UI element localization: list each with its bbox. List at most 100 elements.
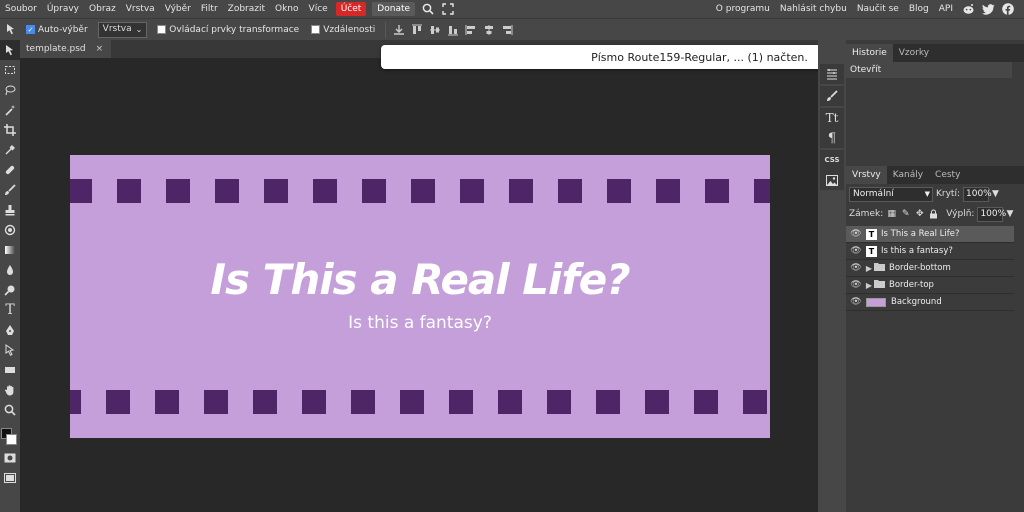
expand-arrow-icon[interactable]: ▶ [864,281,874,290]
menu-upravy[interactable]: Úpravy [42,0,84,18]
menu-api[interactable]: API [934,0,958,18]
quick-mask-icon[interactable] [0,448,20,468]
menu-obraz[interactable]: Obraz [84,0,121,18]
menu-blog[interactable]: Blog [904,0,934,18]
eraser-icon[interactable] [0,220,20,240]
midcol-group-4: CSS [820,150,844,190]
transform-controls-checkbox[interactable]: Ovládací prvky transformace [157,25,299,35]
align-bottom-icon[interactable] [444,21,462,39]
menu-about[interactable]: O programu [711,0,775,18]
menu-report-bug[interactable]: Nahlásit chybu [775,0,852,18]
film-square [155,390,179,414]
eye-icon[interactable]: 👁 [848,229,864,239]
opacity-dropdown-icon[interactable]: ▼ [992,189,999,199]
marquee-icon[interactable] [0,60,20,80]
history-list: Otevřít [846,62,1012,142]
css-panel-icon[interactable]: CSS [820,150,844,170]
opacity-input[interactable]: 100% [963,186,992,202]
tab-layers[interactable]: Vrstvy [846,166,887,184]
tab-swatches[interactable]: Vzorky [893,44,935,62]
distances-checkbox[interactable]: Vzdálenosti [311,25,375,35]
tab-channels[interactable]: Kanály [887,166,929,184]
menu-soubor[interactable]: Soubor [0,0,42,18]
history-panel-icon[interactable] [820,64,844,84]
pen-icon[interactable] [0,320,20,340]
eye-icon[interactable]: 👁 [848,263,864,273]
eye-icon[interactable]: 👁 [848,297,864,307]
account-button[interactable]: Účet [335,2,367,16]
wand-icon[interactable] [0,100,20,120]
blur-icon[interactable] [0,260,20,280]
check-icon: ✓ [26,25,35,34]
reddit-icon[interactable] [960,1,976,17]
lock-position-icon[interactable]: ✥ [914,209,925,220]
history-item[interactable]: Otevřít [846,62,1012,78]
align-left-icon[interactable] [462,21,480,39]
lock-all-icon[interactable] [928,209,939,220]
screen-mode-icon[interactable] [0,468,20,488]
eye-icon[interactable]: 👁 [848,246,864,256]
film-square [117,179,141,203]
brush-panel-icon[interactable] [820,86,844,106]
path-select-icon[interactable] [0,340,20,360]
facebook-icon[interactable] [1000,1,1016,17]
background-color-swatch[interactable] [6,434,17,445]
download-icon[interactable] [390,21,408,39]
canvas-area[interactable]: Is This a Real Life? Is this a fantasy? [20,58,818,512]
layer-row[interactable]: 👁 ▶ Border-bottom [846,260,1014,277]
blend-mode-select[interactable]: Normální ▼ [849,186,933,202]
brush-icon[interactable] [0,180,20,200]
eye-icon[interactable]: 👁 [848,280,864,290]
layer-row[interactable]: 👁 T Is This a Real Life? [846,226,1014,243]
menu-vyber[interactable]: Výběr [160,0,196,18]
shape-icon[interactable] [0,360,20,380]
fill-input[interactable]: 100% [977,206,1006,222]
stamp-icon[interactable] [0,200,20,220]
layer-row[interactable]: 👁 ▶ Border-top [846,277,1014,294]
expand-arrow-icon[interactable]: ▶ [864,264,874,273]
lock-paint-icon[interactable]: ✎ [900,209,911,220]
align-center-icon[interactable] [480,21,498,39]
lock-transparency-icon[interactable]: ▦ [886,209,897,220]
close-icon[interactable]: × [96,40,104,58]
menu-vice[interactable]: Více [304,0,333,18]
dodge-icon[interactable] [0,280,20,300]
layer-row[interactable]: 👁 Background [846,294,1014,311]
image-panel-icon[interactable] [820,170,844,190]
donate-button[interactable]: Donate [372,2,416,16]
film-square [106,390,130,414]
align-top-icon[interactable] [408,21,426,39]
auto-select-checkbox[interactable]: ✓ Auto-výběr [26,25,88,35]
crop-icon[interactable] [0,120,20,140]
heal-icon[interactable] [0,160,20,180]
tab-history[interactable]: Historie [846,44,893,62]
artboard[interactable]: Is This a Real Life? Is this a fantasy? [70,155,770,438]
menu-vrstva[interactable]: Vrstva [121,0,160,18]
menu-learn[interactable]: Naučit se [852,0,904,18]
paragraph-panel-icon[interactable]: ¶ [820,128,844,148]
film-square [166,179,190,203]
document-tab[interactable]: template.psd × [20,40,112,58]
eyedropper-icon[interactable] [0,140,20,160]
film-square [694,390,718,414]
align-right-icon[interactable] [498,21,516,39]
fullscreen-icon[interactable] [440,1,456,17]
layer-row[interactable]: 👁 T Is this a fantasy? [846,243,1014,260]
fill-dropdown-icon[interactable]: ▼ [1006,209,1013,219]
menu-zobrazit[interactable]: Zobrazit [223,0,270,18]
tab-paths[interactable]: Cesty [929,166,966,184]
zoom-icon[interactable] [0,400,20,420]
move-icon[interactable] [0,40,20,60]
hand-icon[interactable] [0,380,20,400]
target-select[interactable]: Vrstva ⌄ [97,21,148,38]
twitter-icon[interactable] [980,1,996,17]
menu-filtr[interactable]: Filtr [196,0,223,18]
search-icon[interactable] [420,1,436,17]
gradient-icon[interactable] [0,240,20,260]
lasso-icon[interactable] [0,80,20,100]
midcol-group-1 [820,64,844,84]
character-panel-icon[interactable]: Tt [820,108,844,128]
type-icon[interactable]: T [0,300,20,320]
align-middle-icon[interactable] [426,21,444,39]
menu-okno[interactable]: Okno [270,0,304,18]
